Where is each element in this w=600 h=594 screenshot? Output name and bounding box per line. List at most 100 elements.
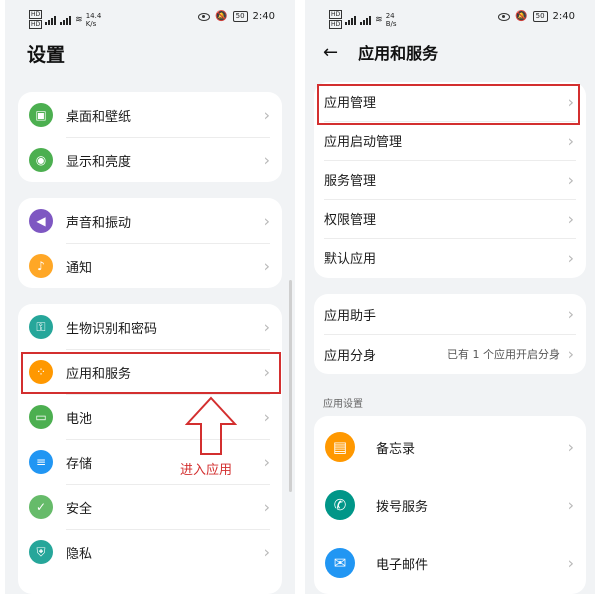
mute-icon: 🔕 xyxy=(215,11,228,22)
app-item-label: 备忘录 xyxy=(376,441,416,457)
app-item[interactable]: ✆ 拨号服务 › xyxy=(314,482,586,528)
header: ← 应用和服务 xyxy=(323,40,438,64)
page-title: 设置 xyxy=(27,44,66,66)
settings-item-label: 显示和亮度 xyxy=(66,154,132,170)
back-arrow-icon[interactable]: ← xyxy=(323,42,338,63)
email-icon: ✉ xyxy=(325,548,355,578)
settings-item-label: 通知 xyxy=(66,260,93,276)
speaker-icon: ◀ xyxy=(29,209,53,233)
sim-icon: HD xyxy=(329,20,343,29)
settings-item-label: 安全 xyxy=(66,501,93,517)
chevron-right-icon: › xyxy=(567,131,574,150)
settings-item-label: 应用助手 xyxy=(324,308,377,324)
settings-item-label: 服务管理 xyxy=(324,174,377,189)
settings-item-label: 桌面和壁纸 xyxy=(66,109,132,125)
settings-group: ▣ 桌面和壁纸 › ◉ 显示和亮度 › xyxy=(18,92,282,182)
settings-item-label: 应用启动管理 xyxy=(324,135,403,150)
settings-item[interactable]: 应用助手 › xyxy=(314,294,586,334)
storage-icon: ≡ xyxy=(29,450,53,474)
chevron-right-icon: › xyxy=(567,248,574,267)
up-arrow-icon xyxy=(185,396,237,455)
shield-icon: ✓ xyxy=(29,495,53,519)
status-bar: HD HD ≋ 24 B/s 🔕 50 2:40 xyxy=(305,8,595,30)
chevron-right-icon: › xyxy=(567,437,574,457)
settings-item[interactable]: ⛨ 隐私 › xyxy=(18,530,282,574)
settings-item-label: 电池 xyxy=(66,411,93,427)
settings-item[interactable]: ≡ 存储 › xyxy=(18,440,282,484)
settings-item[interactable]: ✓ 安全 › xyxy=(18,485,282,529)
chevron-right-icon: › xyxy=(567,209,574,228)
signal-icon xyxy=(345,15,357,25)
highlight-box xyxy=(317,84,580,125)
phone-icon: ✆ xyxy=(325,490,355,520)
section-title: 应用设置 xyxy=(323,399,363,410)
app-item-label: 电子邮件 xyxy=(376,557,429,573)
eye-icon: ◉ xyxy=(29,148,53,172)
settings-item-label: 应用分身 xyxy=(324,348,377,364)
settings-item-label: 存储 xyxy=(66,456,93,472)
chevron-right-icon: › xyxy=(263,211,270,231)
settings-item[interactable]: ▭ 电池 › xyxy=(18,395,282,439)
app-item-label: 拨号服务 xyxy=(376,499,429,515)
wifi-icon: ≋ xyxy=(375,15,383,25)
privacy-icon: ⛨ xyxy=(29,540,53,564)
signal-icon xyxy=(60,15,72,25)
settings-item[interactable]: 应用分身 已有 1 个应用开启分身 › xyxy=(314,334,586,374)
eye-comfort-icon xyxy=(198,12,211,21)
settings-item[interactable]: 默认应用 › xyxy=(314,238,586,277)
signal-icon xyxy=(45,15,57,25)
chevron-right-icon: › xyxy=(263,150,270,170)
signal-icon xyxy=(360,15,372,25)
settings-item-label: 权限管理 xyxy=(324,213,377,228)
app-list: ▤ 备忘录 › ✆ 拨号服务 › ✉ 电子邮件 › xyxy=(314,416,586,594)
chevron-right-icon: › xyxy=(567,170,574,189)
settings-item[interactable]: 权限管理 › xyxy=(314,199,586,238)
settings-item[interactable]: ◀ 声音和振动 › xyxy=(18,199,282,243)
chevron-right-icon: › xyxy=(263,497,270,517)
chevron-right-icon: › xyxy=(567,553,574,573)
page-title: 应用和服务 xyxy=(358,44,439,63)
memo-icon: ▤ xyxy=(325,432,355,462)
settings-item[interactable]: ◉ 显示和亮度 › xyxy=(18,138,282,182)
settings-item-label: 生物识别和密码 xyxy=(66,321,158,337)
annotation-label: 进入应用 xyxy=(180,463,233,478)
chevron-right-icon: › xyxy=(263,452,270,472)
battery-icon: 50 xyxy=(232,11,248,22)
clock: 2:40 xyxy=(552,11,575,22)
bell-icon: ♪ xyxy=(29,254,53,278)
app-item[interactable]: ✉ 电子邮件 › xyxy=(314,540,586,586)
scrollbar[interactable] xyxy=(289,280,292,492)
chevron-right-icon: › xyxy=(567,495,574,515)
sim-icon: HD xyxy=(29,10,43,19)
chevron-right-icon: › xyxy=(263,407,270,427)
clock: 2:40 xyxy=(252,11,275,22)
chevron-right-icon: › xyxy=(567,344,574,364)
network-speed-unit: B/s xyxy=(385,20,397,28)
wifi-icon: ≋ xyxy=(75,15,83,25)
sim-icon: HD xyxy=(29,20,43,29)
status-bar: HD HD ≋ 14.4 K/s 🔕 50 2:40 xyxy=(5,8,295,30)
eye-comfort-icon xyxy=(498,12,511,21)
settings-item[interactable]: ⚿ 生物识别和密码 › xyxy=(18,305,282,349)
settings-item-label: 声音和振动 xyxy=(66,215,132,231)
key-icon: ⚿ xyxy=(29,315,53,339)
settings-item[interactable]: ♪ 通知 › xyxy=(18,244,282,288)
settings-item[interactable]: ▣ 桌面和壁纸 › xyxy=(18,93,282,137)
app-item[interactable]: ▤ 备忘录 › xyxy=(314,424,586,470)
chevron-right-icon: › xyxy=(263,542,270,562)
chevron-right-icon: › xyxy=(263,105,270,125)
battery-icon: 50 xyxy=(532,11,548,22)
sim-icon: HD xyxy=(329,10,343,19)
settings-item-label: 隐私 xyxy=(66,546,93,562)
settings-group: 应用助手 › 应用分身 已有 1 个应用开启分身 › xyxy=(314,294,586,374)
apps-services-screen: HD HD ≋ 24 B/s 🔕 50 2:40 ← 应用和服务 应用管理 › 应用启动… xyxy=(305,0,595,594)
settings-item[interactable]: 应用启动管理 › xyxy=(314,121,586,160)
mute-icon: 🔕 xyxy=(515,11,528,22)
chevron-right-icon: › xyxy=(567,304,574,324)
highlight-box xyxy=(21,352,281,394)
settings-item-value: 已有 1 个应用开启分身 xyxy=(447,348,560,361)
settings-item[interactable]: 服务管理 › xyxy=(314,160,586,199)
network-speed: 14.4 xyxy=(85,12,102,20)
settings-group: ⚿ 生物识别和密码 › ⁘ 应用和服务 › ▭ 电池 › ≡ 存储 › ✓ 安全 › ⛨ 隐私 › xyxy=(18,304,282,594)
battery-icon: ▭ xyxy=(29,405,53,429)
